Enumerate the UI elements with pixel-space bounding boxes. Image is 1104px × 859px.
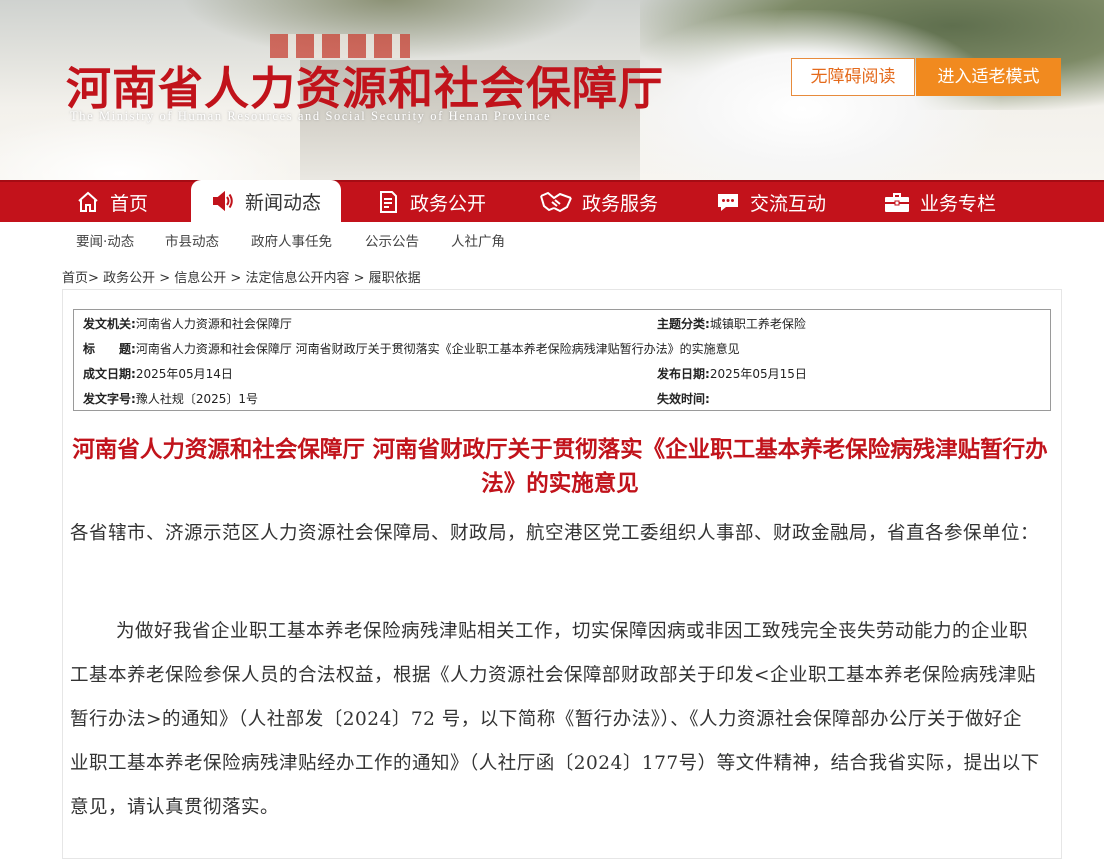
briefcase-icon	[884, 190, 910, 214]
breadcrumb-separator: >	[230, 271, 242, 286]
site-title[interactable]: 河南省人力资源和社会保障厅	[66, 52, 664, 117]
metadata-row: 发文机关:河南省人力资源和社会保障厅 主题分类:城镇职工养老保险	[74, 310, 1050, 334]
nav-item-interaction[interactable]: 交流互动	[716, 182, 826, 222]
main-navigation: 首页 新闻动态 政务公开 政务服务 交流互动 业务专栏	[0, 180, 1104, 222]
article-paragraph: 为做好我省企业职工基本养老保险病残津贴相关工作，切实保障因病或非因工致残完全丧失…	[70, 621, 1040, 818]
breadcrumb-item[interactable]: 法定信息公开内容	[245, 271, 349, 286]
nav-item-label: 政务公开	[410, 192, 487, 215]
nav-item-label: 首页	[110, 192, 149, 215]
metadata-topic: 主题分类:城镇职工养老保险	[657, 315, 806, 332]
metadata-label: 发布日期:	[657, 367, 710, 381]
document-metadata-table: 发文机关:河南省人力资源和社会保障厅 主题分类:城镇职工养老保险 标 题:河南省…	[73, 309, 1051, 411]
article-salutation: 各省辖市、济源示范区人力资源社会保障局、财政局，航空港区党工委组织人事部、财政金…	[70, 523, 1040, 544]
metadata-label: 主题分类:	[657, 317, 710, 331]
breadcrumb-item-current[interactable]: 履职依据	[369, 271, 421, 286]
nav-item-label: 业务专栏	[920, 192, 997, 215]
metadata-row: 标 题:河南省人力资源和社会保障厅 河南省财政厅关于贯彻落实《企业职工基本养老保…	[74, 335, 1050, 359]
nav-item-news[interactable]: 新闻动态	[191, 180, 341, 222]
document-icon	[376, 190, 400, 214]
chat-icon	[716, 190, 740, 214]
nav-item-gov-services[interactable]: 政务服务	[540, 182, 658, 222]
breadcrumb-separator: >	[353, 271, 365, 286]
sub-navigation: 要闻·动态 市县动态 政府人事任免 公示公告 人社广角	[0, 222, 1104, 256]
subnav-item-personnel-appointments[interactable]: 政府人事任免	[251, 230, 332, 250]
nav-item-home[interactable]: 首页	[76, 182, 148, 222]
metadata-value: 河南省人力资源和社会保障厅	[135, 317, 292, 331]
metadata-published-date: 发布日期:2025年05月15日	[657, 365, 807, 382]
breadcrumb: 首页> 政务公开 > 信息公开 > 法定信息公开内容 > 履职依据	[62, 267, 421, 286]
metadata-document-number: 发文字号:豫人社规〔2025〕1号	[83, 390, 258, 407]
site-subtitle: The Ministry of Human Resources and Soci…	[70, 109, 552, 123]
subnav-item-announcements[interactable]: 公示公告	[365, 230, 419, 250]
breadcrumb-item[interactable]: 政务公开	[103, 271, 155, 286]
accessibility-reading-button[interactable]: 无障碍阅读	[791, 58, 915, 96]
home-icon	[76, 190, 100, 214]
metadata-label: 标 题:	[83, 342, 136, 356]
breadcrumb-item[interactable]: 信息公开	[174, 271, 226, 286]
metadata-label: 发文机关:	[83, 317, 136, 331]
metadata-value: 城镇职工养老保险	[709, 317, 806, 331]
metadata-label: 发文字号:	[83, 392, 136, 406]
metadata-value: 2025年05月14日	[135, 367, 233, 381]
subnav-item-city-news[interactable]: 市县动态	[165, 230, 219, 250]
nav-item-special-columns[interactable]: 业务专栏	[884, 182, 996, 222]
elder-mode-button[interactable]: 进入适老模式	[916, 58, 1061, 96]
handshake-icon	[540, 190, 572, 214]
nav-item-gov-affairs[interactable]: 政务公开	[376, 182, 486, 222]
header-banner: 河南省人力资源和社会保障厅 The Ministry of Human Reso…	[0, 0, 1104, 180]
nav-item-label: 政务服务	[582, 192, 659, 215]
article-title: 河南省人力资源和社会保障厅 河南省财政厅关于贯彻落实《企业职工基本养老保险病残津…	[72, 437, 1048, 497]
metadata-issuer: 发文机关:河南省人力资源和社会保障厅	[83, 315, 292, 332]
metadata-value: 2025年05月15日	[709, 367, 807, 381]
breadcrumb-item[interactable]: 首页	[62, 271, 88, 286]
breadcrumb-separator: >	[159, 271, 171, 286]
breadcrumb-separator: >	[88, 271, 99, 286]
metadata-expiry-date: 失效时间:	[657, 390, 710, 407]
metadata-value: 河南省人力资源和社会保障厅 河南省财政厅关于贯彻落实《企业职工基本养老保险病残津…	[135, 342, 740, 356]
nav-item-label: 交流互动	[750, 192, 827, 215]
metadata-title: 标 题:河南省人力资源和社会保障厅 河南省财政厅关于贯彻落实《企业职工基本养老保…	[83, 340, 740, 357]
nav-item-label: 新闻动态	[244, 191, 321, 214]
metadata-row: 成文日期:2025年05月14日 发布日期:2025年05月15日	[74, 360, 1050, 384]
metadata-created-date: 成文日期:2025年05月14日	[83, 365, 233, 382]
subnav-item-news-highlights[interactable]: 要闻·动态	[76, 230, 134, 250]
metadata-row: 发文字号:豫人社规〔2025〕1号 失效时间:	[74, 385, 1050, 409]
subnav-item-hrss-panorama[interactable]: 人社广角	[451, 230, 505, 250]
metadata-label: 失效时间:	[657, 392, 710, 406]
speaker-icon	[211, 189, 235, 213]
metadata-value: 豫人社规〔2025〕1号	[135, 392, 258, 406]
metadata-label: 成文日期:	[83, 367, 136, 381]
